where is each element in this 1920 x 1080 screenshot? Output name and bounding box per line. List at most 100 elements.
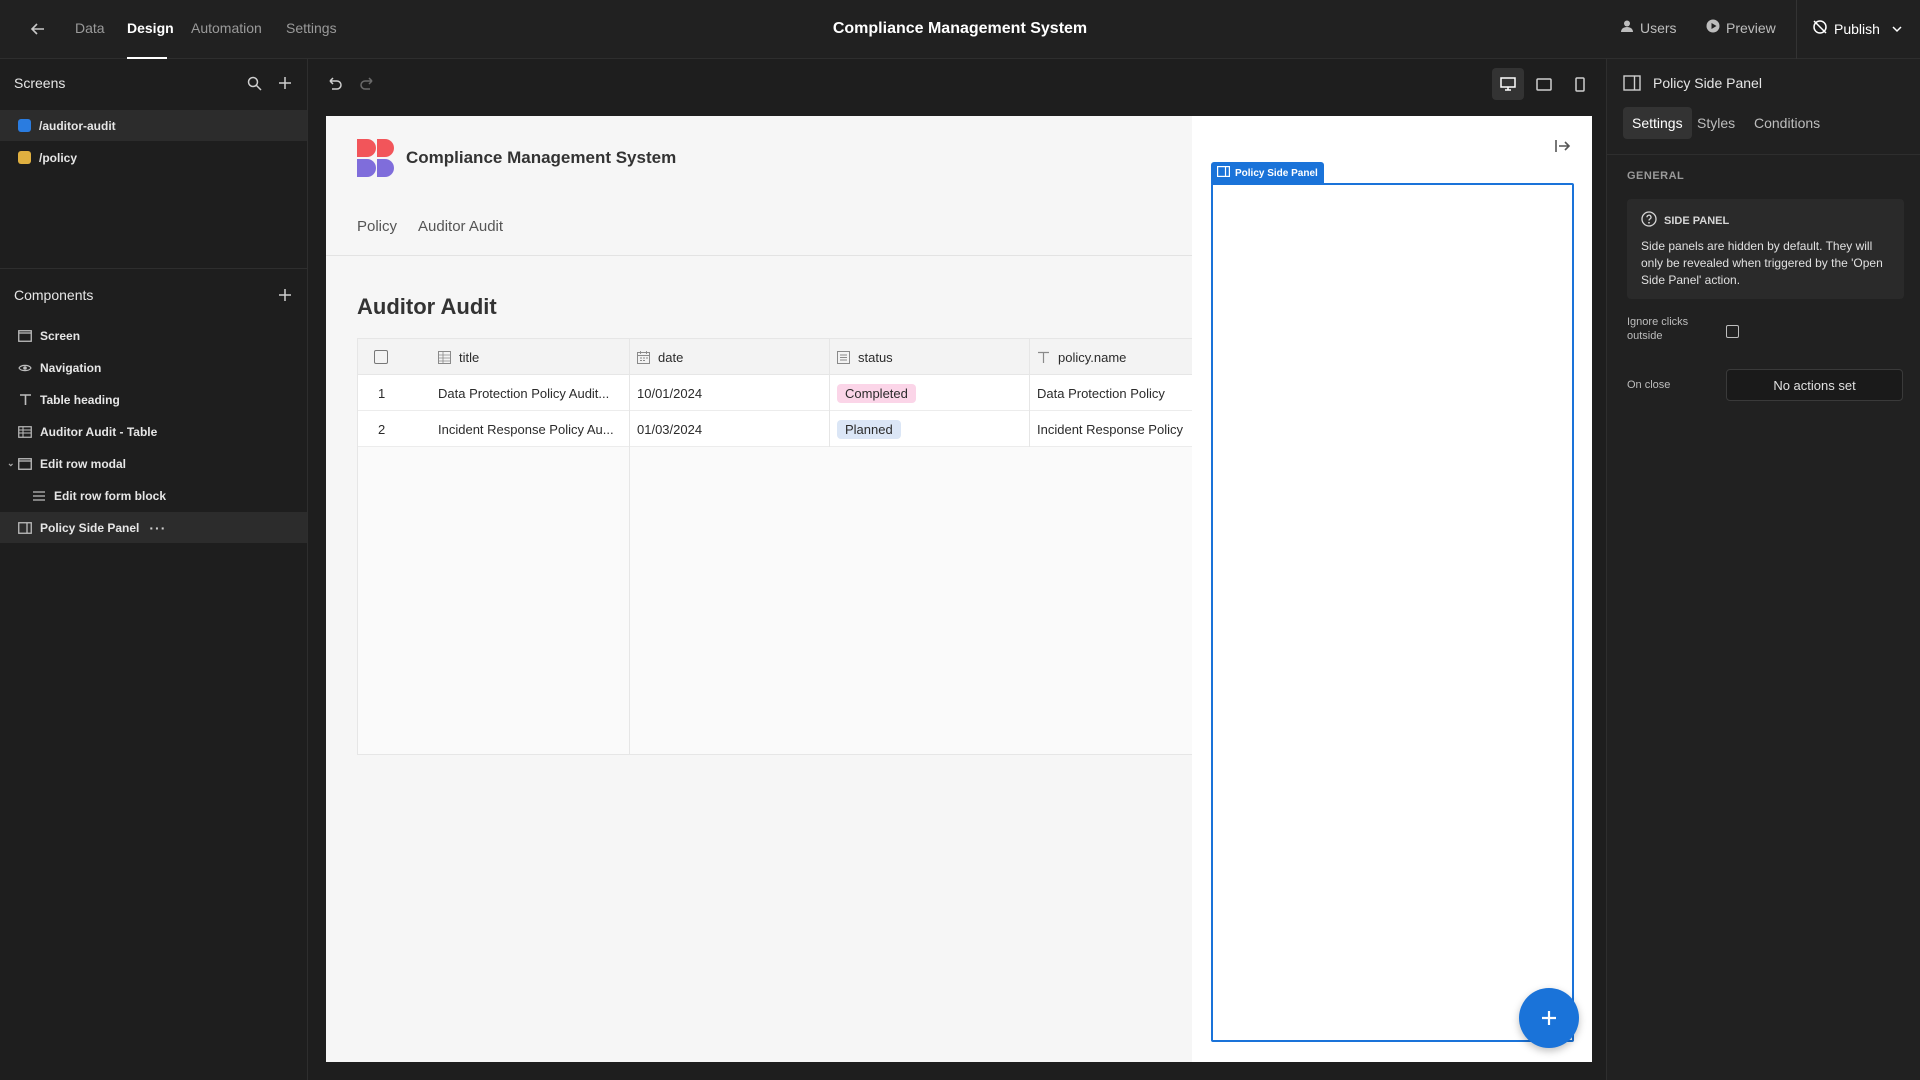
row-number: 2: [378, 421, 386, 437]
nav-link-policy[interactable]: Policy: [357, 218, 397, 235]
nav-link-auditor-audit[interactable]: Auditor Audit: [418, 218, 503, 235]
panel-divider: [0, 268, 307, 269]
table-row[interactable]: 1 Data Protection Policy Audit... 10/01/…: [358, 375, 1196, 411]
component-item-edit-row-modal[interactable]: ⌄ Edit row modal: [0, 448, 307, 479]
section-heading-general: GENERAL: [1627, 170, 1685, 182]
component-item-edit-row-form-block[interactable]: Edit row form block: [0, 480, 307, 511]
column-header-title[interactable]: title: [438, 339, 479, 375]
ignore-clicks-checkbox[interactable]: [1726, 325, 1739, 338]
component-item-navigation[interactable]: Navigation: [0, 352, 307, 383]
publish-icon: [1812, 19, 1828, 38]
side-panel-icon: [18, 521, 32, 535]
info-box-text: Side panels are hidden by default. They …: [1641, 239, 1883, 287]
side-panel-tag[interactable]: Policy Side Panel: [1211, 162, 1324, 184]
screen-color-dot: [18, 119, 31, 132]
column-header-policy-name[interactable]: policy.name: [1037, 339, 1126, 375]
column-divider: [629, 339, 630, 754]
back-arrow-icon[interactable]: [26, 17, 50, 41]
redo-icon[interactable]: [356, 71, 380, 95]
info-box: SIDE PANEL Side panels are hidden by def…: [1627, 199, 1904, 299]
user-icon: [1620, 19, 1634, 36]
table-icon: [18, 425, 32, 439]
screen-item-auditor-audit[interactable]: /auditor-audit: [0, 110, 307, 141]
side-panel-icon: [1623, 75, 1641, 93]
screen-item-policy[interactable]: /policy: [0, 142, 307, 173]
status-badge: Completed: [837, 383, 916, 403]
on-close-actions-button[interactable]: No actions set: [1726, 369, 1903, 401]
column-header-label: policy.name: [1058, 349, 1127, 365]
component-item-policy-side-panel[interactable]: Policy Side Panel ···: [0, 512, 307, 543]
search-icon[interactable]: [244, 73, 264, 93]
row-number: 1: [378, 385, 386, 401]
top-bar: Data Design Automation Settings Complian…: [0, 0, 1920, 59]
screens-heading: Screens: [14, 75, 66, 91]
undo-icon[interactable]: [322, 71, 346, 95]
cell-date: 01/03/2024: [637, 421, 703, 437]
users-button[interactable]: Users: [1620, 19, 1677, 36]
component-label: Policy Side Panel: [40, 520, 140, 535]
info-box-header: SIDE PANEL: [1641, 211, 1729, 230]
tab-settings[interactable]: Settings: [1623, 107, 1692, 139]
components-heading: Components: [14, 287, 94, 303]
cell-policy-name: Data Protection Policy: [1037, 385, 1165, 401]
add-screen-icon[interactable]: [275, 73, 295, 93]
cell-policy-name: Incident Response Policy: [1037, 421, 1183, 437]
tab-settings[interactable]: Settings: [286, 20, 337, 40]
add-component-icon[interactable]: [275, 285, 295, 305]
play-icon: [1706, 19, 1720, 36]
column-header-status[interactable]: status: [837, 339, 893, 375]
screen-icon: [18, 329, 32, 343]
status-badge: Planned: [837, 419, 901, 439]
tab-design[interactable]: Design: [127, 20, 174, 40]
preview-button[interactable]: Preview: [1706, 19, 1776, 36]
screen-item-label: /auditor-audit: [39, 118, 116, 133]
component-item-auditor-audit-table[interactable]: Auditor Audit - Table: [0, 416, 307, 447]
column-header-label: status: [858, 349, 893, 365]
collapse-panel-icon[interactable]: [1553, 136, 1573, 156]
chevron-down-icon: [1892, 21, 1902, 37]
data-table: title date status policy.name 1 Data Pro…: [357, 338, 1197, 755]
side-panel-icon: [1217, 166, 1231, 180]
options-icon: [837, 350, 850, 364]
settings-divider: [1607, 154, 1920, 155]
tab-styles[interactable]: Styles: [1688, 107, 1744, 139]
eye-icon: [18, 361, 32, 375]
column-header-label: date: [658, 349, 684, 365]
screen-item-label: /policy: [39, 150, 78, 165]
settings-panel: Policy Side Panel Settings Styles Condit…: [1606, 59, 1920, 1080]
tab-conditions[interactable]: Conditions: [1745, 107, 1829, 139]
side-panel-selection-frame[interactable]: [1211, 183, 1574, 1042]
tablet-view-icon[interactable]: [1528, 68, 1560, 100]
cell-title: Incident Response Policy Au...: [438, 421, 614, 437]
modal-icon: [18, 457, 32, 471]
page-title: Auditor Audit: [357, 294, 497, 319]
table-row[interactable]: 2 Incident Response Policy Au... 01/03/2…: [358, 411, 1196, 447]
settings-panel-title: Policy Side Panel: [1653, 75, 1762, 91]
component-item-screen[interactable]: Screen: [0, 320, 307, 351]
add-component-fab[interactable]: [1519, 988, 1579, 1048]
component-label: Auditor Audit - Table: [40, 424, 158, 439]
component-item-table-heading[interactable]: Table heading: [0, 384, 307, 415]
tab-automation[interactable]: Automation: [191, 20, 262, 40]
desktop-view-icon[interactable]: [1492, 68, 1524, 100]
users-label: Users: [1640, 19, 1677, 36]
table-header-row: title date status policy.name: [358, 339, 1196, 375]
form-icon: [32, 489, 46, 503]
text-icon: [1037, 351, 1050, 364]
app-preview-canvas[interactable]: Compliance Management System Policy Audi…: [326, 116, 1592, 1062]
text-icon: [18, 393, 32, 407]
column-divider: [1029, 339, 1030, 447]
publish-button[interactable]: Publish: [1812, 19, 1902, 38]
component-label: Table heading: [40, 392, 120, 407]
component-label: Edit row modal: [40, 456, 127, 471]
column-header-date[interactable]: date: [637, 339, 683, 375]
plus-icon: [1542, 1011, 1556, 1025]
more-options-icon[interactable]: ···: [149, 520, 166, 536]
tab-data[interactable]: Data: [75, 20, 105, 40]
app-header: Compliance Management System Policy Audi…: [326, 116, 1192, 256]
chevron-down-icon[interactable]: ⌄: [7, 458, 15, 469]
select-all-checkbox[interactable]: [374, 339, 388, 375]
cell-status: Completed: [837, 375, 916, 411]
cell-date: 10/01/2024: [637, 385, 703, 401]
mobile-view-icon[interactable]: [1564, 68, 1596, 100]
